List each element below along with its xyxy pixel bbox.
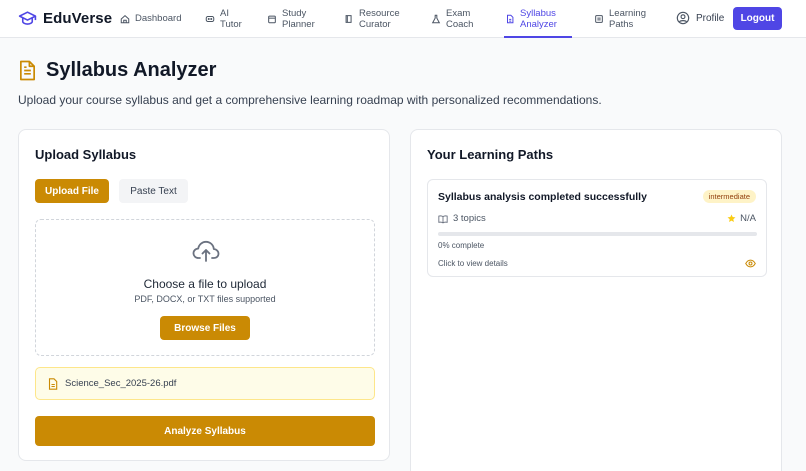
page-header: Syllabus Analyzer <box>18 59 216 82</box>
browse-files-button[interactable]: Browse Files <box>160 316 250 340</box>
path-icon <box>594 14 604 24</box>
nav-label: Learning Paths <box>609 7 646 31</box>
learning-path-item[interactable]: Syllabus analysis completed successfully… <box>427 179 767 277</box>
nav-dashboard[interactable]: Dashboard <box>120 0 181 38</box>
active-tab-indicator <box>504 36 572 38</box>
document-icon <box>505 14 515 24</box>
home-icon <box>120 14 130 24</box>
calendar-icon <box>267 14 277 24</box>
file-dropzone[interactable]: Choose a file to upload PDF, DOCX, or TX… <box>35 219 375 356</box>
selected-file: Science_Sec_2025-26.pdf <box>35 367 375 400</box>
nav-label: Syllabus Analyzer <box>520 7 557 31</box>
analyze-syllabus-button[interactable]: Analyze Syllabus <box>35 416 375 446</box>
topics-count: 3 topics <box>438 213 486 224</box>
profile-link[interactable]: Profile <box>676 11 724 25</box>
progress-bar <box>438 232 757 236</box>
page-subtitle: Upload your course syllabus and get a co… <box>18 93 602 107</box>
document-icon <box>19 60 36 81</box>
click-hint: Click to view details <box>438 259 508 268</box>
file-icon <box>48 377 58 390</box>
logout-button[interactable]: Logout <box>733 7 782 30</box>
user-circle-icon <box>676 11 690 25</box>
learning-paths-card: Your Learning Paths Syllabus analysis co… <box>410 129 782 471</box>
rating: N/A <box>727 213 756 224</box>
upload-file-tab[interactable]: Upload File <box>35 179 109 203</box>
nav-study-planner[interactable]: Study Planner <box>267 0 315 38</box>
chat-icon <box>205 14 215 24</box>
nav-learning-paths[interactable]: Learning Paths <box>594 0 646 38</box>
nav-ai-tutor[interactable]: AI Tutor <box>205 0 242 38</box>
level-badge: intermediate <box>702 190 756 203</box>
file-name: Science_Sec_2025-26.pdf <box>65 378 177 389</box>
book-icon <box>344 14 354 24</box>
nav-label: Resource Curator <box>359 7 400 31</box>
star-icon <box>727 214 736 223</box>
nav-label: Dashboard <box>135 13 182 25</box>
eye-icon[interactable] <box>745 259 756 268</box>
nav-resource-curator[interactable]: Resource Curator <box>344 0 400 38</box>
open-book-icon <box>438 214 448 223</box>
nav-label: AI Tutor <box>220 7 242 31</box>
nav-exam-coach[interactable]: Exam Coach <box>431 0 473 38</box>
page-title: Syllabus Analyzer <box>46 59 217 81</box>
rating-value: N/A <box>740 213 756 224</box>
graduation-cap-icon <box>18 11 37 25</box>
upload-card: Upload Syllabus Upload File Paste Text C… <box>18 129 390 461</box>
app-name: EduVerse <box>43 10 113 27</box>
flask-icon <box>431 14 441 24</box>
dropzone-title: Choose a file to upload <box>143 277 267 291</box>
dropzone-subtitle: PDF, DOCX, or TXT files supported <box>134 294 276 304</box>
profile-label: Profile <box>696 12 725 24</box>
upload-card-title: Upload Syllabus <box>35 147 137 162</box>
progress-label: 0% complete <box>438 241 485 250</box>
topics-label: 3 topics <box>453 213 486 224</box>
nav-label: Exam Coach <box>446 7 474 31</box>
paste-text-tab[interactable]: Paste Text <box>119 179 188 203</box>
path-title: Syllabus analysis completed successfully <box>438 191 647 203</box>
learning-paths-title: Your Learning Paths <box>427 147 554 162</box>
nav-syllabus-analyzer[interactable]: Syllabus Analyzer <box>505 0 557 38</box>
nav-label: Study Planner <box>282 7 315 31</box>
top-navbar: EduVerse Dashboard AI Tutor Study Planne… <box>0 0 806 38</box>
cloud-upload-icon <box>192 240 220 262</box>
logo[interactable]: EduVerse <box>18 9 112 28</box>
